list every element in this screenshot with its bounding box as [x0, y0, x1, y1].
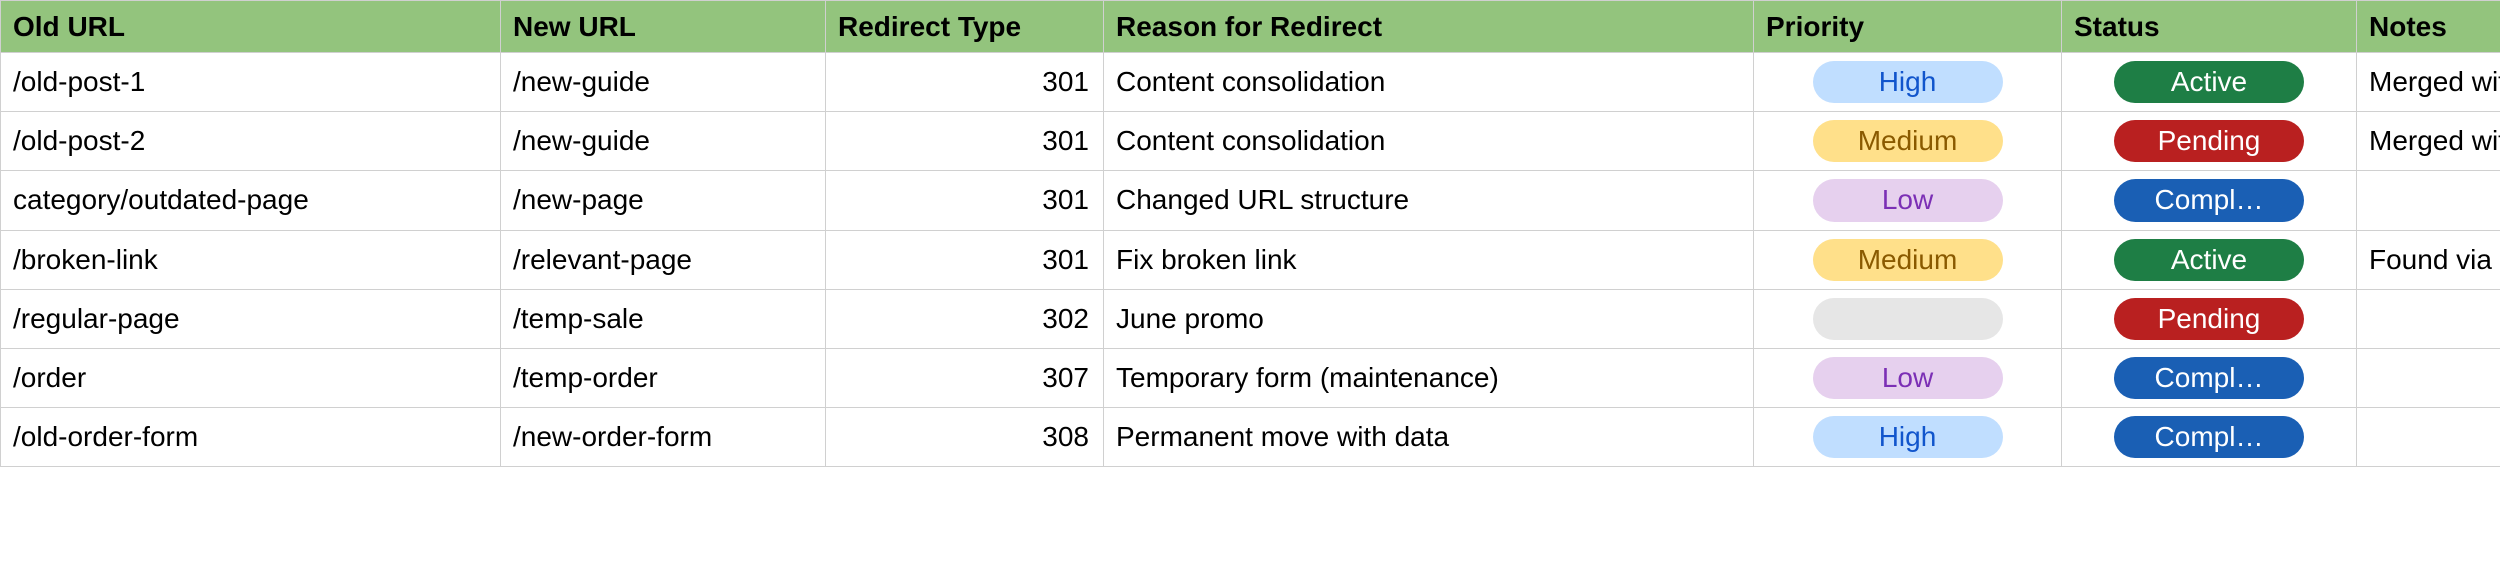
table-row: /broken-link/relevant-page301Fix broken … [1, 230, 2500, 289]
redirect-type: 301 [826, 230, 1104, 289]
notes [2357, 171, 2500, 230]
header-redirect-type: Redirect Type [826, 1, 1104, 53]
new-url: /new-page [501, 171, 826, 230]
reason: June promo [1104, 289, 1754, 348]
priority-chip[interactable]: Medium [1813, 120, 2003, 162]
new-url: /relevant-page [501, 230, 826, 289]
table-header-row: Old URL New URL Redirect Type Reason for… [1, 1, 2500, 53]
priority-chip[interactable]: High [1813, 61, 2003, 103]
priority-chip[interactable]: High [1813, 416, 2003, 458]
priority-chip[interactable]: Low [1813, 357, 2003, 399]
table-row: category/outdated-page/new-page301Change… [1, 171, 2500, 230]
header-notes: Notes [2357, 1, 2500, 53]
status-cell: Compl… [2062, 348, 2357, 407]
status-cell: Compl… [2062, 408, 2357, 467]
old-url: /order [1, 348, 501, 407]
old-url: /old-post-1 [1, 53, 501, 112]
new-url: /new-guide [501, 112, 826, 171]
status-chip[interactable]: Compl… [2114, 416, 2304, 458]
status-cell: Active [2062, 53, 2357, 112]
redirect-type: 307 [826, 348, 1104, 407]
notes [2357, 348, 2500, 407]
old-url: /broken-link [1, 230, 501, 289]
notes [2357, 289, 2500, 348]
status-cell: Pending [2062, 112, 2357, 171]
priority-chip[interactable] [1813, 298, 2003, 340]
table-row: /old-post-2/new-guide301Content consolid… [1, 112, 2500, 171]
redirect-type: 308 [826, 408, 1104, 467]
reason: Temporary form (maintenance) [1104, 348, 1754, 407]
status-cell: Active [2062, 230, 2357, 289]
table-row: /order/temp-order307Temporary form (main… [1, 348, 2500, 407]
priority-cell [1754, 289, 2062, 348]
header-old-url: Old URL [1, 1, 501, 53]
table-row: /old-order-form/new-order-form308Permane… [1, 408, 2500, 467]
status-chip[interactable]: Pending [2114, 298, 2304, 340]
redirect-type: 301 [826, 112, 1104, 171]
status-chip[interactable]: Pending [2114, 120, 2304, 162]
reason: Permanent move with data [1104, 408, 1754, 467]
priority-cell: Low [1754, 171, 2062, 230]
redirect-type: 301 [826, 53, 1104, 112]
reason: Content consolidation [1104, 53, 1754, 112]
status-chip[interactable]: Compl… [2114, 179, 2304, 221]
priority-cell: High [1754, 53, 2062, 112]
status-chip[interactable]: Active [2114, 61, 2304, 103]
old-url: /old-post-2 [1, 112, 501, 171]
redirect-table: Old URL New URL Redirect Type Reason for… [0, 0, 2500, 467]
redirect-type: 302 [826, 289, 1104, 348]
status-cell: Compl… [2062, 171, 2357, 230]
old-url: category/outdated-page [1, 171, 501, 230]
old-url: /old-order-form [1, 408, 501, 467]
priority-cell: Medium [1754, 112, 2062, 171]
header-priority: Priority [1754, 1, 2062, 53]
header-reason: Reason for Redirect [1104, 1, 1754, 53]
new-url: /temp-sale [501, 289, 826, 348]
old-url: /regular-page [1, 289, 501, 348]
reason: Fix broken link [1104, 230, 1754, 289]
table-row: /old-post-1/new-guide301Content consolid… [1, 53, 2500, 112]
priority-chip[interactable]: Medium [1813, 239, 2003, 281]
reason: Changed URL structure [1104, 171, 1754, 230]
priority-chip[interactable]: Low [1813, 179, 2003, 221]
status-chip[interactable]: Compl… [2114, 357, 2304, 399]
new-url: /new-guide [501, 53, 826, 112]
new-url: /temp-order [501, 348, 826, 407]
header-status: Status [2062, 1, 2357, 53]
reason: Content consolidation [1104, 112, 1754, 171]
redirect-type: 301 [826, 171, 1104, 230]
notes: Merged with [2357, 53, 2500, 112]
notes [2357, 408, 2500, 467]
notes: Found via G [2357, 230, 2500, 289]
header-new-url: New URL [501, 1, 826, 53]
new-url: /new-order-form [501, 408, 826, 467]
notes: Merged with [2357, 112, 2500, 171]
priority-cell: High [1754, 408, 2062, 467]
priority-cell: Medium [1754, 230, 2062, 289]
table-row: /regular-page/temp-sale302June promo Pen… [1, 289, 2500, 348]
status-cell: Pending [2062, 289, 2357, 348]
status-chip[interactable]: Active [2114, 239, 2304, 281]
priority-cell: Low [1754, 348, 2062, 407]
